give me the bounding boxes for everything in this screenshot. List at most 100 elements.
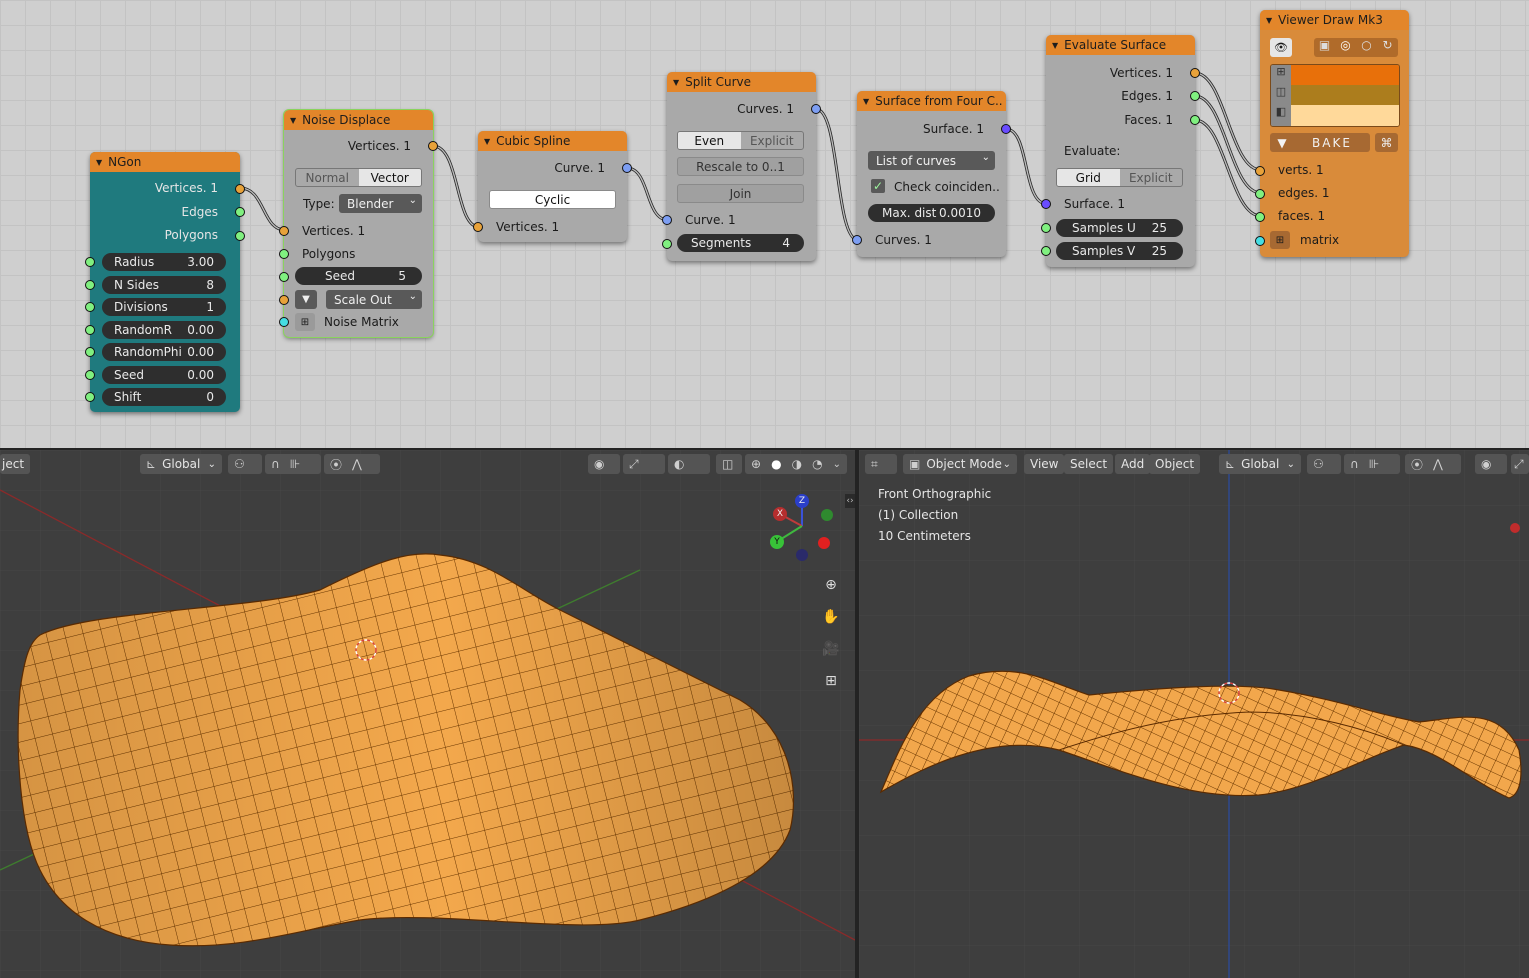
- mode-grid[interactable]: Grid: [1057, 169, 1120, 186]
- divisions-field[interactable]: Divisions 1: [102, 298, 226, 316]
- node-evaluate-surface[interactable]: ▼ Evaluate Surface Vertices. 1 Edges. 1 F…: [1041, 35, 1200, 267]
- input-socket[interactable]: [85, 325, 95, 335]
- input-socket[interactable]: [279, 249, 289, 259]
- menu-select[interactable]: Select: [1064, 454, 1114, 474]
- collapse-arrow-icon[interactable]: ▼: [290, 116, 296, 125]
- max-dist-field[interactable]: Max. dist 0.0010: [868, 204, 995, 222]
- proportional-controls[interactable]: ⦿ ⋀: [1405, 454, 1461, 474]
- input-socket[interactable]: [1255, 189, 1265, 199]
- collapse-arrow-icon[interactable]: ▼: [863, 97, 869, 106]
- rendered-shading-icon[interactable]: ◔: [812, 457, 822, 471]
- circle-icon[interactable]: ◎: [1335, 38, 1356, 57]
- mode-vector[interactable]: Vector: [358, 169, 421, 186]
- collapse-arrow-icon[interactable]: ▼: [1052, 41, 1058, 50]
- node-surface-four-curves[interactable]: ▼ Surface from Four C.. Surface. 1 List o…: [852, 91, 1011, 257]
- output-socket[interactable]: [1001, 124, 1011, 134]
- input-socket[interactable]: [279, 317, 289, 327]
- verts-color-row[interactable]: ⊞: [1271, 65, 1399, 85]
- samples-u-field[interactable]: Samples U 25: [1056, 219, 1183, 237]
- radius-field[interactable]: Radius 3.00: [102, 253, 226, 271]
- camera-icon[interactable]: 🎥: [820, 638, 842, 660]
- bake-button[interactable]: ▼ BAKE: [1270, 133, 1370, 152]
- seed-field[interactable]: Seed 0.00: [102, 366, 226, 384]
- verts-color-swatch[interactable]: [1291, 65, 1399, 85]
- segments-field[interactable]: Segments 4: [677, 234, 804, 252]
- mode-explicit[interactable]: Explicit: [1120, 169, 1183, 186]
- overlays-dropdown[interactable]: ◐: [668, 454, 710, 474]
- pivot-dropdown[interactable]: ⚇: [1307, 454, 1341, 474]
- join-toggle[interactable]: Join: [677, 184, 804, 203]
- input-socket[interactable]: [85, 257, 95, 267]
- solid-shading-icon[interactable]: ●: [771, 457, 781, 471]
- ring-icon[interactable]: ○: [1356, 38, 1377, 57]
- collapse-arrow-icon[interactable]: ▼: [1266, 16, 1272, 25]
- input-socket[interactable]: [1041, 246, 1051, 256]
- input-socket[interactable]: [662, 215, 672, 225]
- zoom-icon[interactable]: ⊕: [820, 574, 842, 596]
- input-socket[interactable]: [662, 239, 672, 249]
- snap-controls[interactable]: ∩ ⊪: [1344, 454, 1400, 474]
- input-socket[interactable]: [1255, 166, 1265, 176]
- editor-type-dropdown[interactable]: ⌗: [865, 454, 897, 474]
- cycle-icon[interactable]: ↻: [1377, 38, 1398, 57]
- nsides-field[interactable]: N Sides 8: [102, 276, 226, 294]
- display-mode-group[interactable]: ▣ ◎ ○ ↻: [1314, 38, 1398, 57]
- output-socket[interactable]: [811, 104, 821, 114]
- randomr-field[interactable]: RandomR 0.00: [102, 321, 226, 339]
- split-mode-toggle[interactable]: Even Explicit: [677, 131, 804, 150]
- mode-normal[interactable]: Normal: [296, 169, 359, 186]
- scale-out-dropdown[interactable]: Scale Out ⌄: [326, 290, 422, 309]
- output-socket[interactable]: [622, 163, 632, 173]
- checkbox-check-icon[interactable]: ✓: [871, 179, 885, 193]
- collapse-arrow-icon[interactable]: ▼: [484, 137, 490, 146]
- edges-color-swatch[interactable]: [1291, 85, 1399, 105]
- node-header[interactable]: ▼ Evaluate Surface: [1046, 35, 1195, 55]
- node-header[interactable]: ▼ Split Curve: [667, 72, 816, 92]
- visibility-dropdown[interactable]: ◉: [588, 454, 620, 474]
- faces-color-swatch[interactable]: [1291, 105, 1399, 126]
- evaluate-mode-toggle[interactable]: Grid Explicit: [1056, 168, 1183, 187]
- node-header[interactable]: ▼ Surface from Four C..: [857, 91, 1006, 111]
- node-editor[interactable]: ▼ NGon Vertices. 1 Edges Polygons Radius 3…: [0, 0, 1529, 448]
- input-socket[interactable]: [473, 222, 483, 232]
- pivot-dropdown[interactable]: ⚇: [228, 454, 262, 474]
- mode-toggle[interactable]: Normal Vector: [295, 168, 422, 187]
- scale-out-menu-icon[interactable]: ▼: [295, 290, 317, 309]
- cyclic-toggle[interactable]: Cyclic: [489, 190, 616, 209]
- output-socket[interactable]: [1190, 68, 1200, 78]
- menu-add[interactable]: Add: [1115, 454, 1151, 474]
- input-socket[interactable]: [1041, 223, 1051, 233]
- input-socket[interactable]: [1041, 199, 1051, 209]
- seed-field[interactable]: Seed 5: [295, 267, 422, 285]
- input-socket[interactable]: [85, 302, 95, 312]
- node-cubic-spline[interactable]: ▼ Cubic Spline Curve. 1 Cyclic Vertices. …: [473, 131, 632, 242]
- node-noise-displace[interactable]: ▼ Noise Displace Vertices. 1 Normal Vecto…: [279, 109, 438, 338]
- bake-options-icon[interactable]: ⌘: [1375, 133, 1398, 152]
- viewport-perspective[interactable]: ject ⊾ Global ⌄ ⚇ ∩ ⊪ ⦿ ⋀ ◉ ⤢ ◐ ◫ ⊕ ● ◑ ◔ ⌄ …: [0, 450, 855, 978]
- output-socket[interactable]: [428, 141, 438, 151]
- sidebar-toggle-icon[interactable]: ‹›: [845, 494, 855, 508]
- menu-object[interactable]: Object: [1149, 454, 1201, 474]
- mode-even[interactable]: Even: [678, 132, 741, 149]
- shading-modes[interactable]: ⊕ ● ◑ ◔ ⌄: [745, 454, 847, 474]
- curves-mode-dropdown[interactable]: List of curves ⌄: [868, 151, 995, 170]
- node-split-curve[interactable]: ▼ Split Curve Curves. 1 Even Explicit Res…: [662, 72, 821, 261]
- snap-controls[interactable]: ∩ ⊪: [265, 454, 321, 474]
- input-socket[interactable]: [279, 272, 289, 282]
- input-socket[interactable]: [1255, 212, 1265, 222]
- input-socket[interactable]: [279, 226, 289, 236]
- input-socket[interactable]: [1255, 236, 1265, 246]
- mode-explicit[interactable]: Explicit: [741, 132, 804, 149]
- input-socket[interactable]: [85, 370, 95, 380]
- gizmo-neg-y-axis[interactable]: [821, 509, 833, 521]
- randomphi-field[interactable]: RandomPhi 0.00: [102, 343, 226, 361]
- wireframe-icon[interactable]: ⊕: [751, 457, 761, 471]
- node-header[interactable]: ▼ NGon: [90, 152, 240, 172]
- gizmo-x-axis[interactable]: X: [773, 507, 787, 521]
- input-socket[interactable]: [85, 347, 95, 357]
- eye-icon[interactable]: 👁: [1270, 38, 1292, 57]
- object-mode-dropdown[interactable]: ▣ Object Mode ⌄: [903, 454, 1017, 474]
- viewport-front-ortho[interactable]: ⌗ ▣ Object Mode ⌄ View Select Add Object ⊾…: [859, 450, 1529, 978]
- output-socket[interactable]: [235, 207, 245, 217]
- samples-v-field[interactable]: Samples V 25: [1056, 242, 1183, 260]
